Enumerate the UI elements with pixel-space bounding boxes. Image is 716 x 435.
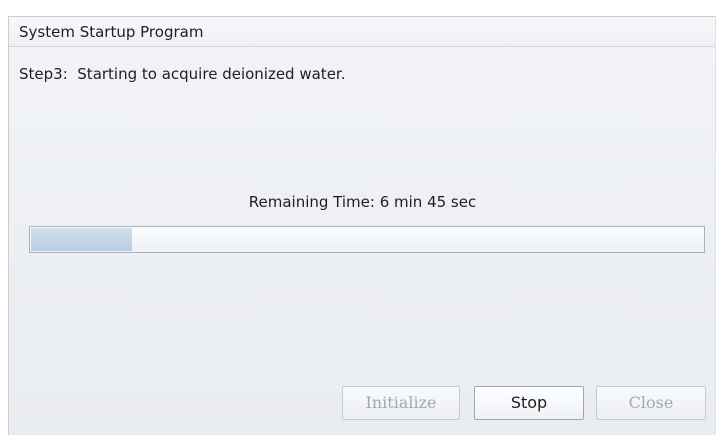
dialog-title: System Startup Program: [19, 23, 204, 41]
dialog-content-panel: Step3: Starting to acquire deionized wat…: [8, 46, 716, 435]
close-button[interactable]: Close: [596, 386, 706, 420]
step-status-text: Step3: Starting to acquire deionized wat…: [19, 65, 346, 83]
progress-bar-fill: [31, 228, 132, 251]
stop-button[interactable]: Stop: [474, 386, 584, 420]
startup-progress-bar: [29, 226, 705, 253]
system-startup-dialog: System Startup Program Step3: Starting t…: [0, 0, 716, 435]
dialog-title-bar: System Startup Program: [8, 16, 716, 46]
initialize-button[interactable]: Initialize: [342, 386, 460, 420]
remaining-time-label: Remaining Time: 6 min 45 sec: [248, 193, 477, 211]
